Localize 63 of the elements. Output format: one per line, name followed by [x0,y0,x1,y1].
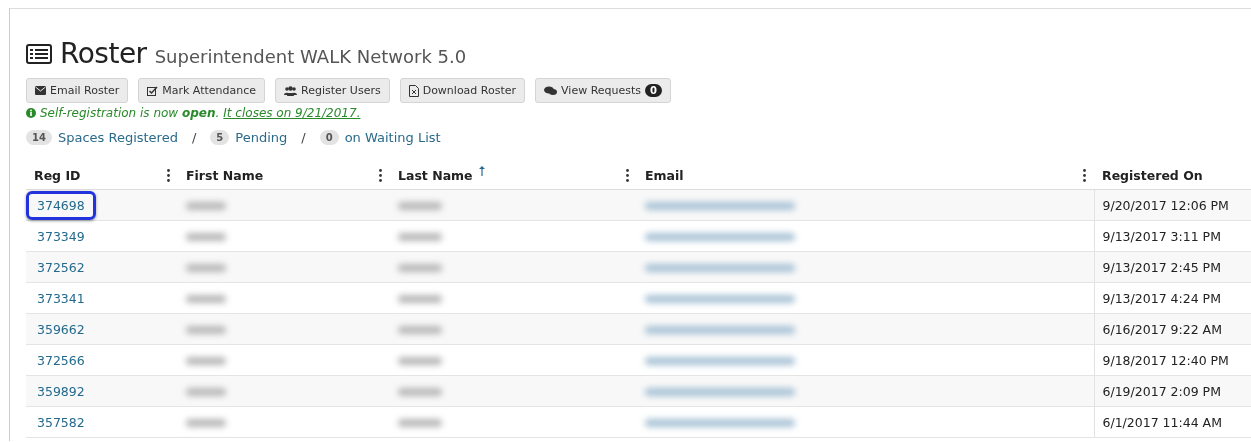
page-title: Roster [60,37,147,70]
blurred-text [398,325,442,334]
separator: / [191,130,197,145]
column-menu-icon[interactable] [1083,168,1086,182]
blurred-text [398,232,442,241]
column-menu-icon[interactable] [167,168,170,182]
blurred-text [186,387,226,396]
blurred-text [398,263,442,272]
count-link[interactable]: Spaces Registered [57,130,178,145]
reg-id-link[interactable]: 373341 [26,283,96,313]
date-cell: 6/16/2017 9:22 AM [1102,321,1222,337]
date-cell: 9/13/2017 3:11 PM [1102,228,1221,244]
registration-notice: Self-registration is now open. [40,106,220,120]
toolbar-button[interactable]: View Requests 0 [535,78,672,103]
count-badge: 5 [210,130,230,145]
reg-id-link[interactable]: 372566 [26,345,96,375]
users-icon [284,85,298,96]
list-icon [26,43,52,64]
closing-date-link[interactable]: It closes on 9/21/2017. [223,106,361,120]
blurred-text [186,201,226,210]
toolbar-button[interactable]: Download Roster [399,78,526,103]
reg-id-link[interactable]: 373349 [26,221,96,251]
reg-id-link[interactable]: 357582 [26,407,96,437]
envelope-icon [35,86,46,95]
blurred-text [398,294,442,303]
reg-id-link[interactable]: 374698 [26,190,96,220]
toolbar-button[interactable]: Register Users [275,78,390,103]
column-header[interactable]: Registered On [1102,167,1203,183]
column-menu-icon[interactable] [626,168,629,182]
count-badge: 0 [645,84,663,97]
date-cell: 9/13/2017 4:24 PM [1102,290,1221,306]
checkbox-icon [147,85,159,96]
document-icon [408,84,419,97]
column-header[interactable]: Email [645,167,684,183]
date-cell: 9/18/2017 12:40 PM [1102,352,1229,368]
blurred-text [186,232,226,241]
date-cell: 6/19/2017 2:09 PM [1102,383,1221,399]
info-icon [26,108,36,118]
blurred-text [186,356,226,365]
toolbar-button[interactable]: Mark Attendance [138,78,266,103]
toolbar-button[interactable]: Email Roster [26,78,129,103]
separator: / [301,130,306,145]
count-link[interactable]: Pending [235,130,288,145]
page-subtitle: Superintendent WALK Network 5.0 [154,46,467,67]
count-link[interactable]: on Waiting List [344,130,441,145]
column-menu-icon[interactable] [379,168,382,182]
column-header[interactable]: First Name [186,167,264,183]
blurred-text [398,201,442,210]
blurred-text [186,263,226,272]
date-cell: 6/1/2017 11:44 AM [1102,414,1222,430]
chat-icon [544,85,558,96]
date-cell: 9/13/2017 2:45 PM [1102,259,1221,275]
blurred-text [186,294,226,303]
date-cell: 9/20/2017 12:06 PM [1102,197,1229,213]
blurred-text [186,418,226,427]
column-header[interactable]: Last Name [398,167,473,183]
count-badge: 0 [319,130,339,145]
count-badge: 14 [26,130,52,145]
blurred-text [398,418,442,427]
blurred-text [186,325,226,334]
column-header[interactable]: Reg ID [34,167,81,183]
blurred-text [398,356,442,365]
blurred-text [398,387,442,396]
